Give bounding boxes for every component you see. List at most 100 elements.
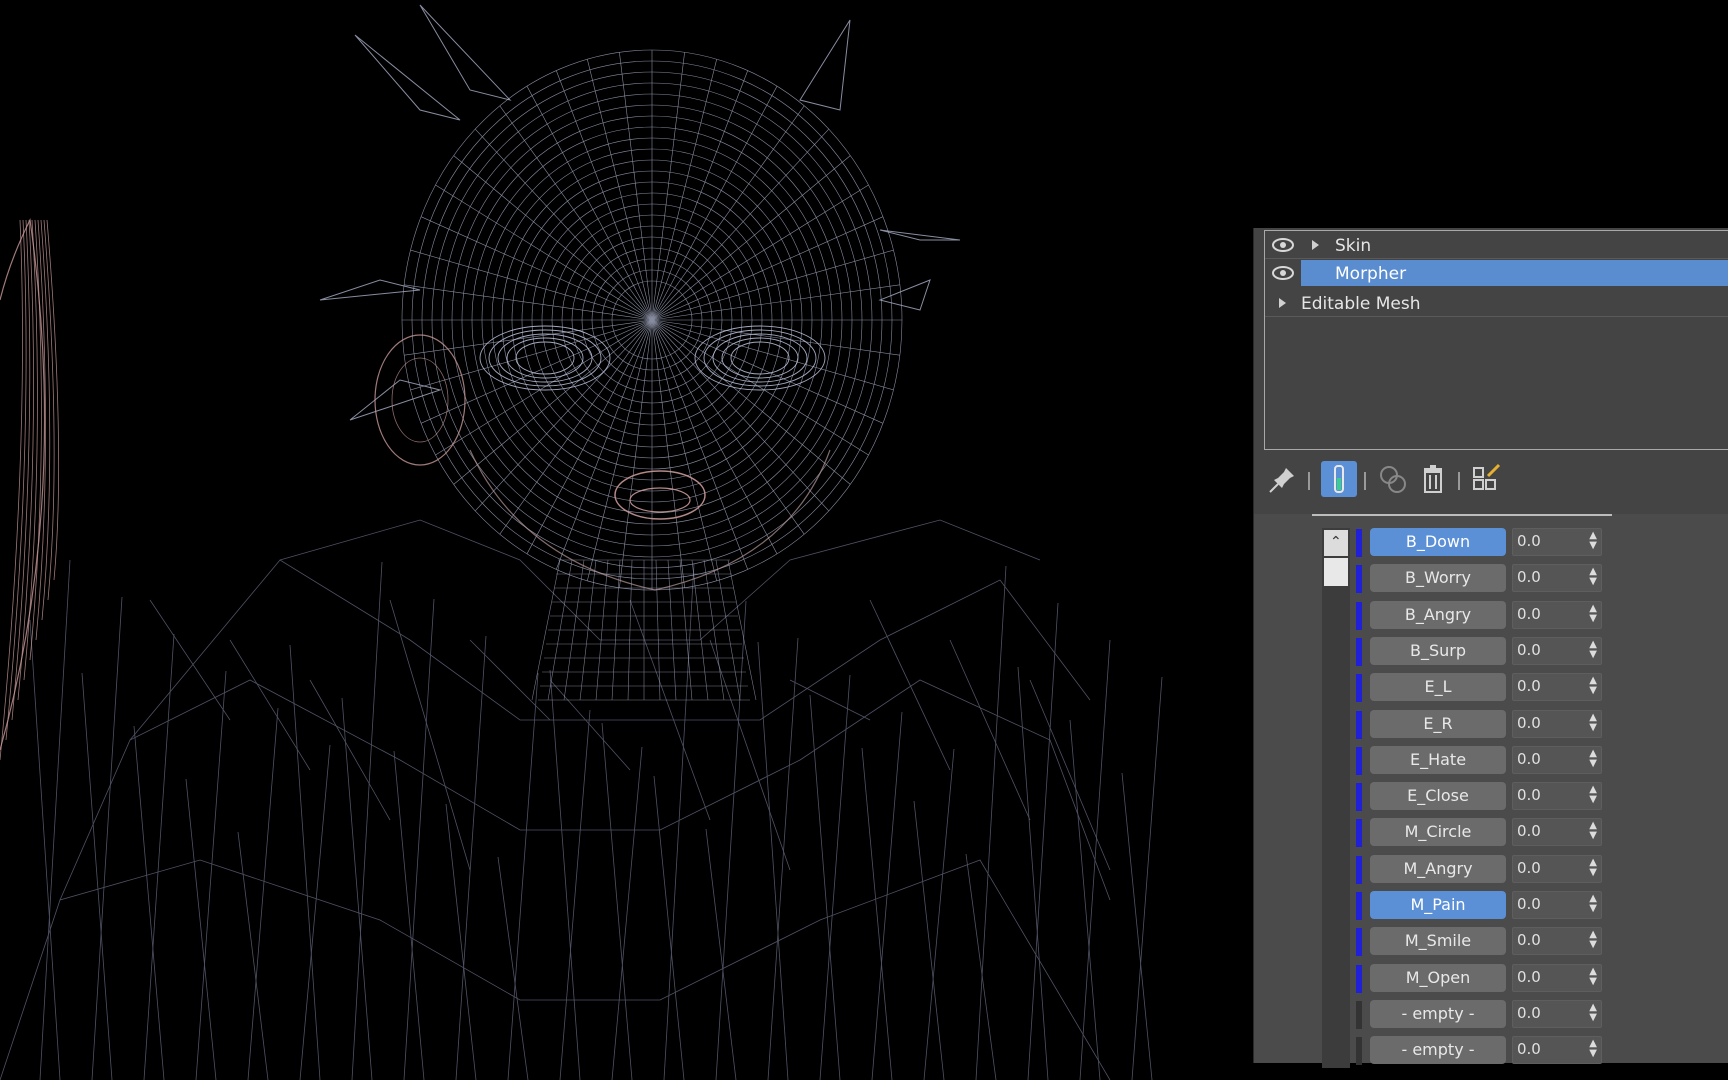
channel-name-button[interactable]: M_Angry <box>1370 854 1506 883</box>
channel-value[interactable]: 0.0 <box>1517 714 1541 732</box>
channel-value[interactable]: 0.0 <box>1517 1004 1541 1022</box>
channel-color-marker <box>1356 783 1362 812</box>
spinner-arrows-icon[interactable]: ▲ ▼ <box>1589 930 1597 950</box>
channel-name-button[interactable]: M_Pain <box>1370 891 1506 919</box>
expand-triangle-icon[interactable] <box>1312 240 1319 250</box>
channel-value[interactable]: 0.0 <box>1517 677 1541 695</box>
morph-channel-row: M_Circle 0.0 ▲ ▼ <box>1356 818 1616 848</box>
spinner-arrows-icon[interactable]: ▲ ▼ <box>1589 639 1597 660</box>
remove-modifier-icon[interactable] <box>1414 460 1452 498</box>
channel-value[interactable]: 0.0 <box>1517 1040 1541 1058</box>
stack-item-editable-mesh[interactable]: Editable Mesh <box>1265 289 1728 317</box>
scroll-thumb[interactable] <box>1324 558 1348 586</box>
channel-name-button[interactable]: E_Hate <box>1370 745 1506 774</box>
channel-value-spinner[interactable]: 0.0 ▲ ▼ <box>1512 927 1602 956</box>
show-end-result-icon[interactable] <box>1320 460 1358 498</box>
channel-color-marker <box>1356 529 1362 557</box>
channel-name-button[interactable]: B_Surp <box>1370 636 1506 665</box>
spinner-arrows-icon[interactable]: ▲ ▼ <box>1589 531 1597 551</box>
channel-value-spinner[interactable]: 0.0 ▲ ▼ <box>1512 963 1602 992</box>
spinner-arrows-icon[interactable]: ▲ ▼ <box>1589 567 1597 587</box>
spinner-arrows-icon[interactable]: ▲ ▼ <box>1589 785 1597 805</box>
channel-value[interactable]: 0.0 <box>1517 895 1541 913</box>
channel-name-button[interactable]: E_Close <box>1370 782 1506 811</box>
expand-triangle-icon[interactable] <box>1279 298 1286 308</box>
wireframe-character-render <box>0 4 1163 1080</box>
spinner-arrows-icon[interactable]: ▲ ▼ <box>1589 821 1597 841</box>
modifier-stack-list[interactable]: Skin Morpher Editable Mesh <box>1264 230 1728 450</box>
modify-panel: Skin Morpher Editable Mesh ⌃ B_Down 0.0 … <box>1253 228 1728 1068</box>
channel-value[interactable]: 0.0 <box>1517 568 1541 586</box>
divider <box>1312 514 1612 516</box>
morpher-channel-list: ⌃ B_Down 0.0 ▲ ▼ B_Worry 0.0 ▲ ▼ B_Angry 0.0 ▲ ▼ B_S… <box>1254 514 1728 1068</box>
toolbar-separator <box>1308 472 1310 490</box>
channel-value-spinner[interactable]: 0.0 ▲ ▼ <box>1512 600 1602 629</box>
channel-color-marker <box>1356 710 1362 739</box>
channel-name-button[interactable]: B_Worry <box>1370 564 1506 593</box>
channel-value-spinner[interactable]: 0.0 ▲ ▼ <box>1512 854 1602 883</box>
eye-icon[interactable] <box>1271 237 1295 253</box>
scroll-up-button[interactable]: ⌃ <box>1324 530 1348 556</box>
channel-value-spinner[interactable]: 0.0 ▲ ▼ <box>1512 1036 1602 1065</box>
stack-item-label: Morpher <box>1335 264 1407 284</box>
channel-value-spinner[interactable]: 0.0 ▲ ▼ <box>1512 709 1602 738</box>
morph-channel-row: B_Angry 0.0 ▲ ▼ <box>1356 600 1616 631</box>
channel-name-button[interactable]: E_R <box>1370 709 1506 738</box>
morph-channel-row: E_Hate 0.0 ▲ ▼ <box>1356 745 1616 776</box>
channel-color-marker <box>1356 746 1362 775</box>
channel-color-marker <box>1356 565 1362 594</box>
channel-value[interactable]: 0.0 <box>1517 605 1541 623</box>
channel-name-button[interactable]: B_Angry <box>1370 600 1506 629</box>
channel-value[interactable]: 0.0 <box>1517 968 1541 986</box>
channel-value-spinner[interactable]: 0.0 ▲ ▼ <box>1512 818 1602 847</box>
stack-item-skin[interactable]: Skin <box>1265 231 1728 259</box>
spinner-arrows-icon[interactable]: ▲ ▼ <box>1589 603 1597 624</box>
channel-value-spinner[interactable]: 0.0 ▲ ▼ <box>1512 564 1602 593</box>
channel-name-button[interactable]: - empty - <box>1370 1036 1506 1065</box>
morph-channel-row: B_Down 0.0 ▲ ▼ <box>1356 528 1616 558</box>
channel-name-button[interactable]: M_Open <box>1370 963 1506 992</box>
channel-value[interactable]: 0.0 <box>1517 750 1541 768</box>
spinner-arrows-icon[interactable]: ▲ ▼ <box>1589 676 1597 696</box>
configure-modifier-sets-icon[interactable] <box>1468 460 1506 498</box>
channel-name-button[interactable]: M_Smile <box>1370 927 1506 956</box>
channel-scrollbar[interactable]: ⌃ <box>1322 528 1350 1068</box>
morph-channel-row: B_Surp 0.0 ▲ ▼ <box>1356 636 1616 667</box>
channel-value[interactable]: 0.0 <box>1517 931 1541 949</box>
divider <box>1265 316 1728 317</box>
channel-name-button[interactable]: - empty - <box>1370 999 1506 1028</box>
channel-value[interactable]: 0.0 <box>1517 532 1541 550</box>
channel-value-spinner[interactable]: 0.0 ▲ ▼ <box>1512 745 1602 774</box>
eye-icon[interactable] <box>1271 265 1295 281</box>
morph-channel-row: - empty - 0.0 ▲ ▼ <box>1356 999 1616 1030</box>
channel-value-spinner[interactable]: 0.0 ▲ ▼ <box>1512 782 1602 811</box>
morph-channel-row: M_Angry 0.0 ▲ ▼ <box>1356 854 1616 885</box>
morph-channel-row: E_R 0.0 ▲ ▼ <box>1356 709 1616 740</box>
spinner-arrows-icon[interactable]: ▲ ▼ <box>1589 1002 1597 1023</box>
channel-value[interactable]: 0.0 <box>1517 786 1541 804</box>
spinner-arrows-icon[interactable]: ▲ ▼ <box>1589 857 1597 878</box>
make-unique-icon[interactable] <box>1374 460 1412 498</box>
channel-value-spinner[interactable]: 0.0 ▲ ▼ <box>1512 528 1602 556</box>
spinner-arrows-icon[interactable]: ▲ ▼ <box>1589 712 1597 733</box>
spinner-arrows-icon[interactable]: ▲ ▼ <box>1589 894 1597 914</box>
channel-name-button[interactable]: M_Circle <box>1370 818 1506 847</box>
spinner-arrows-icon[interactable]: ▲ ▼ <box>1589 966 1597 987</box>
channel-name-button[interactable]: E_L <box>1370 673 1506 702</box>
channel-color-marker <box>1356 637 1362 666</box>
channel-color-marker <box>1356 928 1362 957</box>
stack-item-label: Skin <box>1335 236 1372 256</box>
channel-value-spinner[interactable]: 0.0 ▲ ▼ <box>1512 891 1602 919</box>
spinner-arrows-icon[interactable]: ▲ ▼ <box>1589 748 1597 769</box>
channel-value[interactable]: 0.0 <box>1517 641 1541 659</box>
channel-value[interactable]: 0.0 <box>1517 822 1541 840</box>
channel-value-spinner[interactable]: 0.0 ▲ ▼ <box>1512 636 1602 665</box>
channel-value-spinner[interactable]: 0.0 ▲ ▼ <box>1512 999 1602 1028</box>
pin-stack-icon[interactable] <box>1264 460 1302 498</box>
stack-item-morpher[interactable]: Morpher <box>1265 259 1728 287</box>
channel-value[interactable]: 0.0 <box>1517 859 1541 877</box>
channel-name-button[interactable]: B_Down <box>1370 528 1506 556</box>
spinner-arrows-icon[interactable]: ▲ ▼ <box>1589 1039 1597 1059</box>
channel-color-marker <box>1356 819 1362 848</box>
channel-value-spinner[interactable]: 0.0 ▲ ▼ <box>1512 673 1602 702</box>
